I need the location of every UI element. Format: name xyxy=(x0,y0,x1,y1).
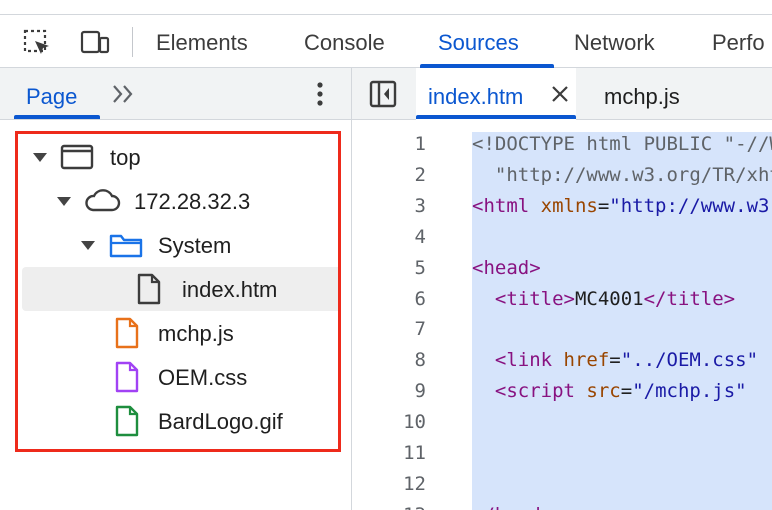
tree-item-index-htm[interactable]: index.htm xyxy=(22,267,340,311)
device-toolbar-icon[interactable] xyxy=(80,28,110,58)
line-number[interactable]: 5 xyxy=(352,253,426,284)
tab-page[interactable]: Page xyxy=(26,68,77,120)
code-token: <html xyxy=(472,194,541,217)
tree-item-top[interactable]: top xyxy=(0,135,351,179)
tab-performance[interactable]: Perfo xyxy=(712,15,765,67)
tree-item-bardlogo-gif[interactable]: BardLogo.gif xyxy=(0,399,351,443)
code-token: = xyxy=(609,349,621,372)
editor-tab-mchp-js[interactable]: mchp.js xyxy=(604,68,680,120)
file-tree: top 172.28.32.3 System index.htm mchp.js xyxy=(0,120,351,510)
code-token: <title> xyxy=(494,287,575,310)
code-line: <!DOCTYPE html PUBLIC "-//W3C//DTD XHTML… xyxy=(472,129,772,160)
code-line: <html xmlns="http://www.w3.org/1999/xhtm… xyxy=(472,191,772,222)
code-editor[interactable]: 12345678910111213<!DOCTYPE html PUBLIC "… xyxy=(352,120,772,510)
code-line: "http://www.w3.org/TR/xhtml1/DTD xyxy=(472,160,772,191)
tree-item-label: OEM.css xyxy=(158,365,248,390)
code-token: <head> xyxy=(472,256,541,279)
code-token: <script xyxy=(494,380,587,403)
line-number[interactable]: 2 xyxy=(352,160,426,191)
tab-console[interactable]: Console xyxy=(304,15,385,67)
cloud-icon xyxy=(85,189,121,212)
expand-triangle-icon[interactable] xyxy=(81,241,95,250)
line-number[interactable]: 13 xyxy=(352,500,426,510)
close-icon[interactable] xyxy=(550,84,570,104)
expand-triangle-icon[interactable] xyxy=(33,153,47,162)
window-top-strip xyxy=(0,0,772,14)
expand-triangle-icon[interactable] xyxy=(57,197,71,206)
code-token: src xyxy=(586,380,621,403)
line-number[interactable]: 12 xyxy=(352,469,426,500)
inspect-element-icon[interactable] xyxy=(22,28,52,58)
code-token: "../OEM.css" xyxy=(620,349,759,372)
file-icon xyxy=(137,273,161,305)
code-line: <head> xyxy=(472,253,541,284)
code-token: = xyxy=(620,380,633,403)
code-token: "/mchp.js" xyxy=(632,380,747,403)
tree-item-label: index.htm xyxy=(182,277,278,302)
code-token: </title> xyxy=(643,287,736,310)
chevron-double-right-icon[interactable] xyxy=(110,80,138,108)
kebab-menu-icon[interactable] xyxy=(306,80,334,108)
code-token: <link xyxy=(494,349,564,372)
sidebar-toggle-icon[interactable] xyxy=(368,79,398,109)
tab-elements[interactable]: Elements xyxy=(156,15,248,67)
code-token: href xyxy=(563,349,610,372)
tree-item-label: mchp.js xyxy=(158,321,234,346)
line-number[interactable]: 11 xyxy=(352,438,426,469)
tree-item-oem-css[interactable]: OEM.css xyxy=(0,355,351,399)
devtools-toolbar: Elements Console Sources Network Perfo xyxy=(0,14,772,68)
code-token: </head> xyxy=(472,504,552,510)
tree-item-label: 172.28.32.3 xyxy=(134,189,251,214)
tree-item-label: System xyxy=(158,233,232,258)
image-file-icon xyxy=(115,405,139,437)
line-number[interactable]: 10 xyxy=(352,407,426,438)
line-number[interactable]: 7 xyxy=(352,314,426,345)
code-line: <link href="../OEM.css" xyxy=(472,345,758,376)
editor-tabbar: index.htm mchp.js xyxy=(352,68,772,120)
editor-tab-indicator xyxy=(416,115,576,119)
tab-sources[interactable]: Sources xyxy=(438,15,519,67)
editor-tab-label: index.htm xyxy=(428,84,524,109)
line-number[interactable]: 3 xyxy=(352,191,426,222)
line-number[interactable]: 8 xyxy=(352,345,426,376)
tree-item-label: BardLogo.gif xyxy=(158,409,283,434)
code-line: </head> xyxy=(472,500,552,510)
code-token: "http://www.w3.org/TR/xhtml1/DTD xyxy=(494,163,772,186)
code-line: <script src="/mchp.js" xyxy=(472,376,747,407)
line-number[interactable]: 4 xyxy=(352,222,426,253)
frame-icon xyxy=(60,144,94,170)
toolbar-separator xyxy=(132,27,133,57)
tree-item-mchp-js[interactable]: mchp.js xyxy=(0,311,351,355)
line-number[interactable]: 6 xyxy=(352,284,426,315)
js-file-icon xyxy=(115,317,139,349)
code-token: <!DOCTYPE html PUBLIC "-//W3C//DTD XHTML… xyxy=(472,133,772,155)
page-tab-indicator xyxy=(14,115,100,119)
tree-item-system-folder[interactable]: System xyxy=(0,223,351,267)
code-line: <title>MC4001</title> xyxy=(472,284,735,315)
line-number[interactable]: 9 xyxy=(352,376,426,407)
css-file-icon xyxy=(115,361,139,393)
folder-icon xyxy=(109,234,143,258)
code-token: MC4001 xyxy=(574,287,644,310)
navigator-header: Page xyxy=(0,68,352,120)
tree-item-label: top xyxy=(110,145,141,170)
tab-network[interactable]: Network xyxy=(574,15,655,67)
tree-item-host[interactable]: 172.28.32.3 xyxy=(0,179,351,223)
code-token: xmlns xyxy=(540,194,598,217)
line-number[interactable]: 1 xyxy=(352,129,426,160)
code-token: = xyxy=(597,194,610,217)
code-token: "http://www.w3.org/1999/xhtml" xyxy=(609,194,772,217)
